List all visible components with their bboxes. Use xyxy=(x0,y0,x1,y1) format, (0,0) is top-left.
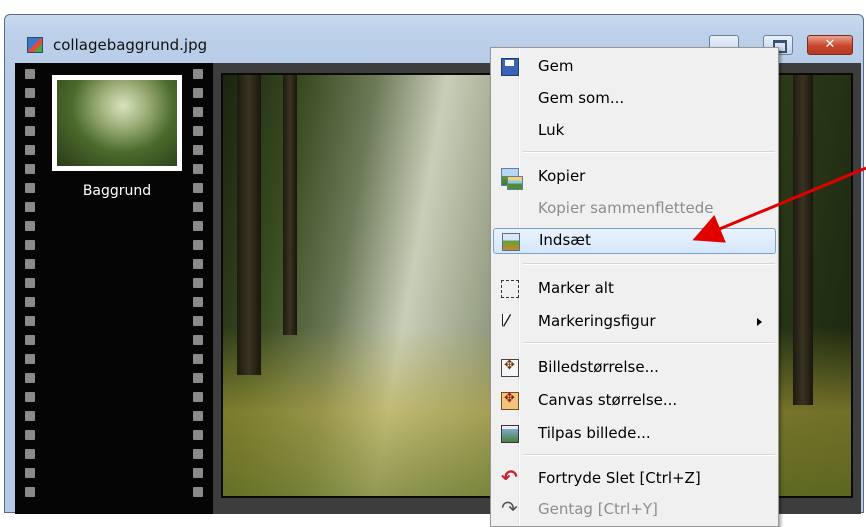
annotation-arrow xyxy=(692,166,866,243)
red-arrow-icon xyxy=(692,166,866,243)
